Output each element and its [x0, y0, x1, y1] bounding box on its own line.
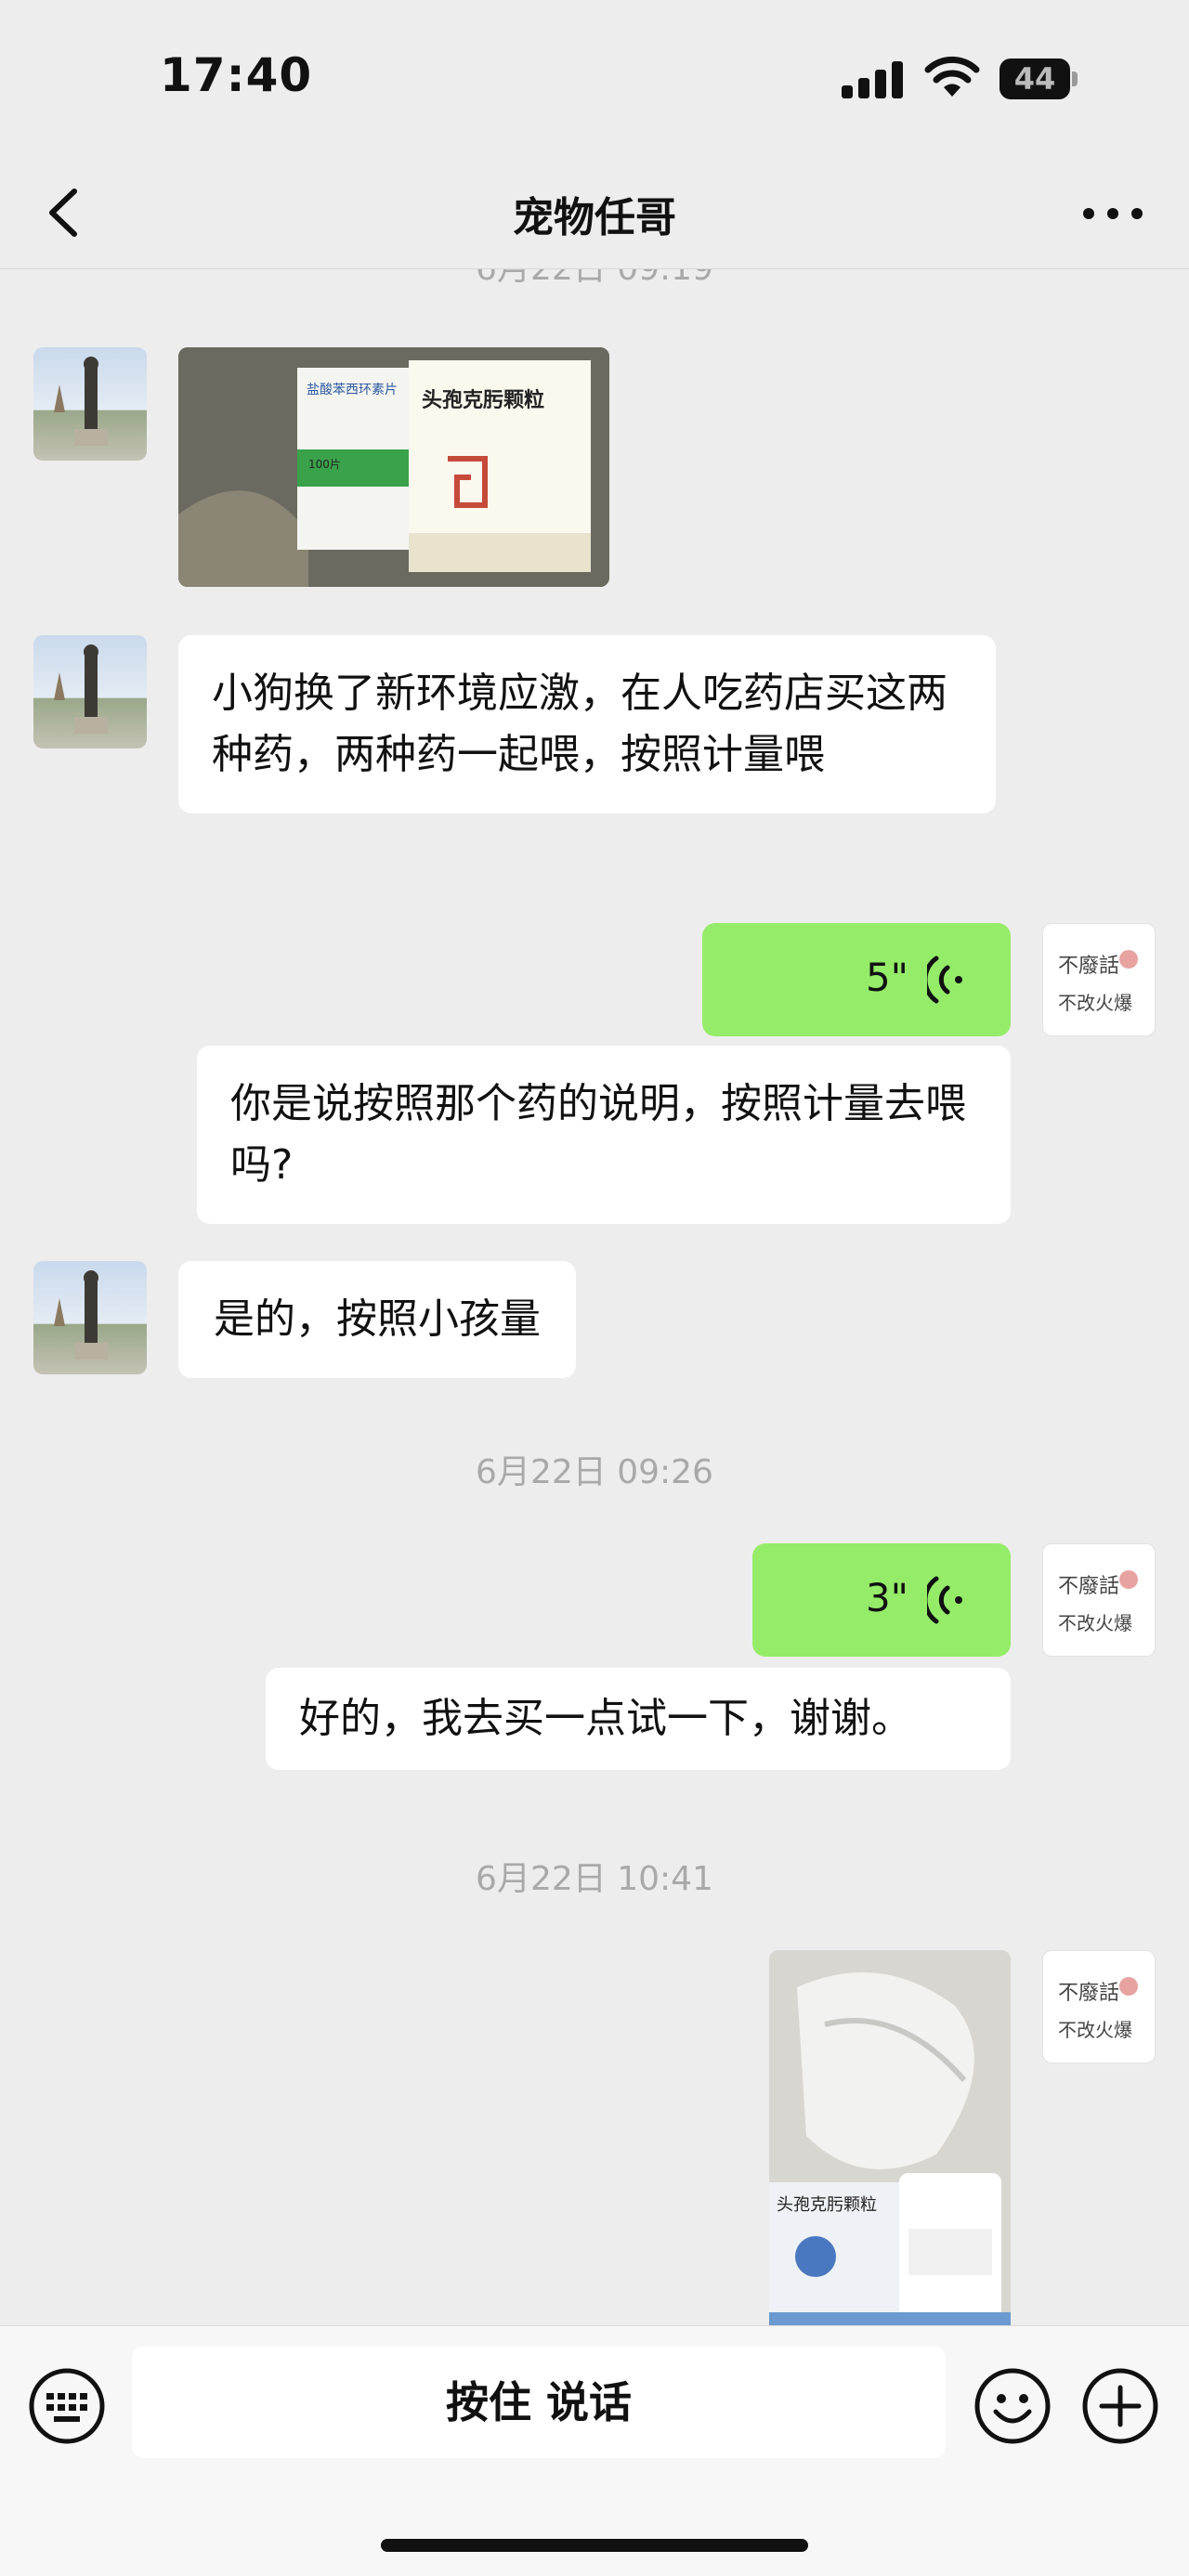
avatar-text-2: 不改火爆 — [1058, 1612, 1132, 1634]
emoji-icon[interactable] — [973, 2367, 1052, 2445]
message-bubble[interactable]: 是的，按照小孩量 — [178, 1261, 576, 1378]
box-small-label: 100片 — [308, 458, 341, 471]
voice-duration: 3" — [865, 1575, 908, 1620]
avatar[interactable] — [33, 1261, 147, 1374]
my-avatar[interactable]: 不廢話 不改火爆 — [1042, 1543, 1156, 1657]
voice-duration: 5" — [865, 955, 908, 1000]
avatar-text-2: 不改火爆 — [1058, 992, 1132, 1014]
message-list[interactable]: 6月22日 09:19 盐酸苯西环素片 100片 头孢克肟颗粒 小狗换了新环境应… — [0, 269, 1189, 2325]
photo-box-label: 头孢克肟颗粒 — [777, 2195, 877, 2215]
more-icon[interactable] — [1083, 195, 1143, 232]
voice-wave-icon — [927, 1576, 962, 1624]
avatar-text-1: 不廢話 — [1058, 1575, 1119, 1598]
hold-to-talk-button[interactable]: 按住 说话 — [132, 2347, 946, 2458]
wifi-icon — [924, 56, 980, 97]
voice-message[interactable]: 5" — [702, 923, 1011, 1036]
battery-icon: 44 — [1000, 59, 1078, 99]
message-bubble[interactable]: 小狗换了新环境应激，在人吃药店买这两种药，两种药一起喂，按照计量喂 — [178, 635, 996, 813]
timestamp: 6月22日 09:19 — [0, 269, 1189, 290]
box-label-left: 盐酸苯西环素片 — [307, 382, 398, 397]
voice-transcript[interactable]: 好的，我去买一点试一下，谢谢。 — [266, 1668, 1011, 1770]
avatar-text-1: 不廢話 — [1058, 955, 1119, 978]
voice-message[interactable]: 3" — [752, 1543, 1011, 1657]
chat-title: 宠物任哥 — [513, 194, 676, 241]
voice-transcript[interactable]: 你是说按照那个药的说明，按照计量去喂吗? — [197, 1046, 1011, 1224]
voice-wave-icon — [927, 956, 962, 1004]
battery-level: 44 — [1000, 59, 1070, 99]
timestamp: 6月22日 09:26 — [476, 1453, 713, 1491]
keyboard-icon[interactable] — [28, 2367, 106, 2445]
avatar[interactable] — [33, 347, 147, 461]
plus-icon[interactable] — [1081, 2367, 1159, 2445]
my-avatar[interactable]: 不廢話 不改火爆 — [1042, 923, 1156, 1036]
chat-header: 宠物任哥 — [0, 158, 1189, 269]
signal-icon — [842, 61, 905, 98]
status-bar: 17:40 44 — [0, 0, 1189, 158]
avatar-text-2: 不改火爆 — [1058, 2019, 1132, 2041]
timestamp: 6月22日 10:41 — [476, 1860, 713, 1898]
home-indicator — [381, 2539, 808, 2552]
avatar[interactable] — [33, 635, 147, 748]
box-label-right: 头孢克肟颗粒 — [422, 388, 544, 412]
message-photo[interactable]: 盐酸苯西环素片 100片 头孢克肟颗粒 — [178, 347, 609, 587]
message-photo[interactable]: 头孢克肟颗粒 — [769, 1950, 1011, 2325]
avatar-text-1: 不廢話 — [1058, 1982, 1119, 2005]
status-time: 17:40 — [160, 48, 313, 102]
my-avatar[interactable]: 不廢話 不改火爆 — [1042, 1950, 1156, 2063]
